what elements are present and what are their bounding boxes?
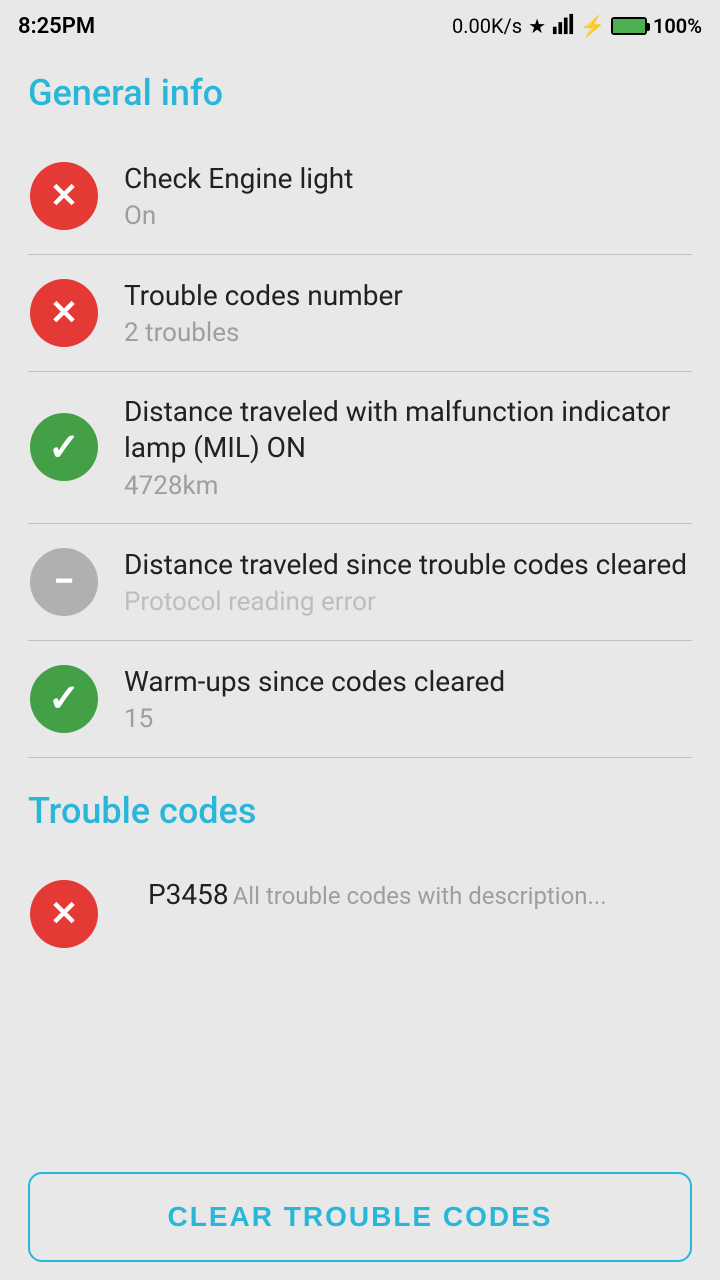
p3458-description: All trouble codes with description... xyxy=(233,882,607,910)
distance-cleared-text: Distance traveled since trouble codes cl… xyxy=(124,547,692,617)
warmups-value: 15 xyxy=(124,704,692,734)
distance-cleared-label: Distance traveled since trouble codes cl… xyxy=(124,547,692,583)
warmups-label: Warm-ups since codes cleared xyxy=(124,664,692,700)
distance-mil-icon-container xyxy=(28,411,100,483)
clear-trouble-codes-button[interactable]: CLEAR TROUBLE CODES xyxy=(28,1172,692,1262)
check-engine-text: Check Engine light On xyxy=(124,161,692,231)
distance-mil-text: Distance traveled with malfunction indic… xyxy=(124,394,692,501)
status-bar: 8:25PM 0.00K/s ★ ⚡ 100% xyxy=(0,0,720,52)
list-item[interactable]: Check Engine light On xyxy=(28,138,692,255)
list-item[interactable]: Warm-ups since codes cleared 15 xyxy=(28,641,692,758)
warmups-icon-container xyxy=(28,663,100,735)
check-engine-icon-container xyxy=(28,160,100,232)
trouble-codes-section: Trouble codes P3458 All trouble codes wi… xyxy=(28,790,692,950)
general-info-section: General info Check Engine light On Troub… xyxy=(28,72,692,758)
green-check-icon xyxy=(30,413,98,481)
status-icons: 0.00K/s ★ ⚡ 100% xyxy=(452,13,702,40)
main-content: General info Check Engine light On Troub… xyxy=(0,52,720,1154)
trouble-codes-title: Trouble codes xyxy=(28,790,692,832)
distance-cleared-value: Protocol reading error xyxy=(124,587,692,617)
battery-percent: 100% xyxy=(653,14,702,38)
distance-mil-value: 4728km xyxy=(124,471,692,501)
distance-mil-label: Distance traveled with malfunction indic… xyxy=(124,394,692,467)
list-item[interactable]: Distance traveled since trouble codes cl… xyxy=(28,524,692,641)
check-engine-value: On xyxy=(124,201,692,231)
p3458-text: P3458 All trouble codes with description… xyxy=(148,878,692,911)
distance-cleared-icon-container xyxy=(28,546,100,618)
red-x-icon xyxy=(30,162,98,230)
charging-icon: ⚡ xyxy=(580,14,605,38)
trouble-codes-label: Trouble codes number xyxy=(124,278,692,314)
gray-dash-icon xyxy=(30,548,98,616)
check-engine-label: Check Engine light xyxy=(124,161,692,197)
list-item[interactable]: P3458 All trouble codes with description… xyxy=(28,856,692,950)
red-x-partial-icon xyxy=(30,880,98,948)
bluetooth-icon: ★ xyxy=(528,14,546,38)
trouble-codes-value: 2 troubles xyxy=(124,318,692,348)
warmups-text: Warm-ups since codes cleared 15 xyxy=(124,664,692,734)
status-time: 8:25PM xyxy=(18,14,95,39)
trouble-codes-text: Trouble codes number 2 troubles xyxy=(124,278,692,348)
battery-bar xyxy=(611,17,647,35)
general-info-list: Check Engine light On Trouble codes numb… xyxy=(28,138,692,758)
list-item[interactable]: Trouble codes number 2 troubles xyxy=(28,255,692,372)
p3458-icon-container xyxy=(28,878,100,950)
p3458-code: P3458 xyxy=(148,878,229,911)
network-speed: 0.00K/s xyxy=(452,14,522,38)
green-check-icon xyxy=(30,665,98,733)
red-x-icon xyxy=(30,279,98,347)
signal-icon xyxy=(552,13,574,40)
trouble-codes-icon-container xyxy=(28,277,100,349)
list-item[interactable]: Distance traveled with malfunction indic… xyxy=(28,372,692,524)
bottom-bar: CLEAR TROUBLE CODES xyxy=(0,1154,720,1280)
general-info-title: General info xyxy=(28,72,692,114)
